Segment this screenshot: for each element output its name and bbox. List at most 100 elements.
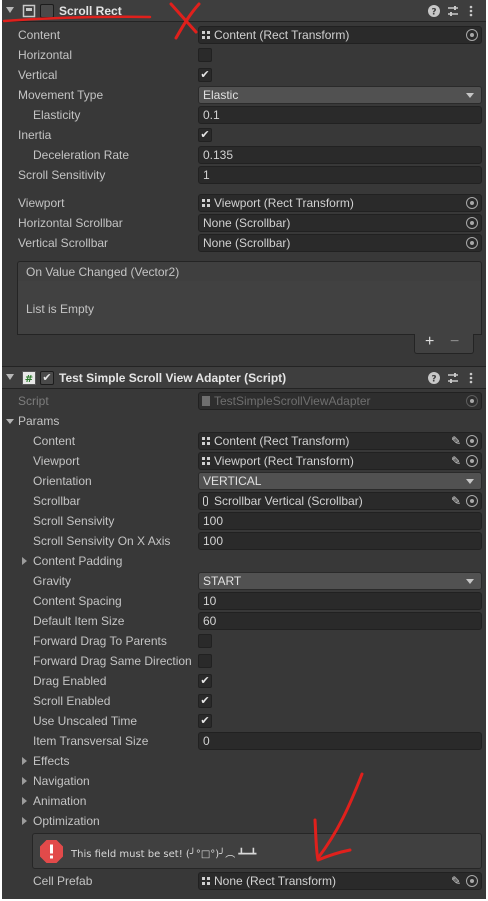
script-value: TestSimpleScrollViewAdapter: [214, 394, 371, 408]
foldout-closed-icon[interactable]: [22, 797, 27, 805]
scroll-sensitivity-row: Scroll Sensitivity 1: [2, 165, 486, 185]
elasticity-input[interactable]: 0.1: [198, 106, 482, 124]
viewport-value: Viewport (Rect Transform): [214, 196, 354, 210]
forward-drag-label: Forward Drag To Parents: [33, 634, 167, 648]
navigation-foldout[interactable]: Navigation: [2, 771, 486, 791]
pencil-icon[interactable]: ✎: [451, 494, 461, 508]
content-object-field[interactable]: Content (Rect Transform): [198, 26, 482, 44]
orientation-dropdown[interactable]: VERTICAL: [198, 472, 482, 490]
pencil-icon[interactable]: ✎: [451, 454, 461, 468]
foldout-closed-icon[interactable]: [22, 757, 27, 765]
scroll-rect-title: Scroll Rect: [59, 4, 122, 18]
scroll-sensivity-x-input[interactable]: 100: [198, 532, 482, 550]
event-header: On Value Changed (Vector2): [17, 261, 482, 282]
object-picker-icon[interactable]: [466, 217, 478, 229]
add-button[interactable]: +: [425, 333, 434, 351]
chevron-down-icon: [466, 579, 474, 584]
default-item-size-row: Default Item Size 60: [2, 611, 486, 631]
gravity-dropdown[interactable]: START: [198, 572, 482, 590]
adapter-title: Test Simple Scroll View Adapter (Script): [59, 371, 287, 385]
adapter-content-row: Content Content (Rect Transform) ✎: [2, 431, 486, 451]
rect-transform-icon: [202, 877, 210, 885]
adapter-enabled-checkbox[interactable]: ✔: [40, 371, 54, 385]
object-picker-icon[interactable]: [466, 875, 478, 887]
inspector-panel: Scroll Rect ? Content Content (Rect Tran…: [2, 0, 486, 899]
vertical-scrollbar-field[interactable]: None (Scrollbar): [198, 234, 482, 252]
scroll-rect-header[interactable]: Scroll Rect ?: [2, 0, 486, 22]
adapter-scrollbar-value: Scrollbar Vertical (Scrollbar): [214, 494, 363, 508]
scrollbar-icon: [203, 496, 208, 506]
pencil-icon[interactable]: ✎: [451, 434, 461, 448]
scroll-enabled-checkbox[interactable]: ✔: [198, 694, 212, 708]
movement-type-dropdown[interactable]: Elastic: [198, 86, 482, 104]
object-picker-icon[interactable]: [466, 435, 478, 447]
event-body: List is Empty: [17, 281, 482, 335]
animation-label: Animation: [33, 794, 87, 808]
more-icon[interactable]: [464, 371, 478, 385]
object-picker-icon[interactable]: [466, 455, 478, 467]
pencil-icon[interactable]: ✎: [451, 874, 461, 888]
adapter-content-value: Content (Rect Transform): [214, 434, 350, 448]
script-label: Script: [18, 394, 49, 408]
content-spacing-input[interactable]: 10: [198, 592, 482, 610]
gravity-value: START: [203, 574, 242, 588]
object-picker-icon[interactable]: [466, 495, 478, 507]
forward-drag-same-label: Forward Drag Same Direction: [33, 654, 192, 668]
vertical-scrollbar-row: Vertical Scrollbar None (Scrollbar): [2, 233, 486, 253]
viewport-object-field[interactable]: Viewport (Rect Transform): [198, 194, 482, 212]
forward-drag-checkbox[interactable]: [198, 634, 212, 648]
warning-text: This field must be set! (╯°□°)╯︵ ┻━┻: [71, 849, 257, 860]
vertical-checkbox[interactable]: ✔: [198, 68, 212, 82]
help-icon[interactable]: ?: [427, 371, 441, 385]
default-item-size-input[interactable]: 60: [198, 612, 482, 630]
item-transversal-size-label: Item Transversal Size: [33, 734, 149, 748]
scroll-sensitivity-input[interactable]: 1: [198, 166, 482, 184]
elasticity-row: Elasticity 0.1: [2, 105, 486, 125]
object-picker-icon[interactable]: [466, 29, 478, 41]
animation-foldout[interactable]: Animation: [2, 791, 486, 811]
scroll-rect-enabled-checkbox[interactable]: [40, 4, 54, 18]
more-icon[interactable]: [464, 4, 478, 18]
item-transversal-size-row: Item Transversal Size 0: [2, 731, 486, 751]
foldout-closed-icon[interactable]: [22, 777, 27, 785]
rect-transform-icon: [202, 437, 210, 445]
object-picker-icon[interactable]: [466, 197, 478, 209]
preset-icon[interactable]: [446, 4, 460, 18]
foldout-arrow-icon[interactable]: [6, 374, 14, 380]
orientation-row: Orientation VERTICAL: [2, 471, 486, 491]
help-icon[interactable]: ?: [427, 4, 441, 18]
horizontal-scrollbar-field[interactable]: None (Scrollbar): [198, 214, 482, 232]
effects-foldout[interactable]: Effects: [2, 751, 486, 771]
inertia-checkbox[interactable]: ✔: [198, 128, 212, 142]
foldout-arrow-icon[interactable]: [6, 7, 14, 13]
remove-button[interactable]: −: [450, 333, 459, 351]
content-padding-label: Content Padding: [33, 554, 123, 568]
foldout-closed-icon[interactable]: [22, 817, 27, 825]
content-value: Content (Rect Transform): [214, 28, 350, 42]
movement-type-row: Movement Type Elastic: [2, 85, 486, 105]
script-row: Script TestSimpleScrollViewAdapter: [2, 391, 486, 411]
drag-enabled-checkbox[interactable]: ✔: [198, 674, 212, 688]
optimization-foldout[interactable]: Optimization: [2, 811, 486, 831]
foldout-open-icon[interactable]: [6, 419, 14, 424]
elasticity-label: Elasticity: [33, 108, 81, 122]
params-foldout[interactable]: Params: [2, 411, 486, 431]
preset-icon[interactable]: [446, 371, 460, 385]
adapter-content-field[interactable]: Content (Rect Transform) ✎: [198, 432, 482, 450]
item-transversal-size-input[interactable]: 0: [198, 732, 482, 750]
adapter-scrollbar-field[interactable]: Scrollbar Vertical (Scrollbar) ✎: [198, 492, 482, 510]
adapter-header[interactable]: # ✔ Test Simple Scroll View Adapter (Scr…: [2, 366, 486, 389]
forward-drag-same-checkbox[interactable]: [198, 654, 212, 668]
horizontal-scrollbar-value: None (Scrollbar): [203, 216, 291, 230]
object-picker-icon[interactable]: [466, 237, 478, 249]
cell-prefab-field[interactable]: None (Rect Transform) ✎: [198, 872, 482, 890]
foldout-closed-icon[interactable]: [22, 557, 27, 565]
scroll-sensivity-input[interactable]: 100: [198, 512, 482, 530]
vertical-label: Vertical: [18, 68, 58, 82]
horizontal-checkbox[interactable]: [198, 48, 212, 62]
chevron-down-icon: [466, 93, 474, 98]
content-padding-foldout[interactable]: Content Padding: [2, 551, 486, 571]
adapter-viewport-field[interactable]: Viewport (Rect Transform) ✎: [198, 452, 482, 470]
deceleration-rate-input[interactable]: 0.135: [198, 146, 482, 164]
use-unscaled-time-checkbox[interactable]: ✔: [198, 714, 212, 728]
